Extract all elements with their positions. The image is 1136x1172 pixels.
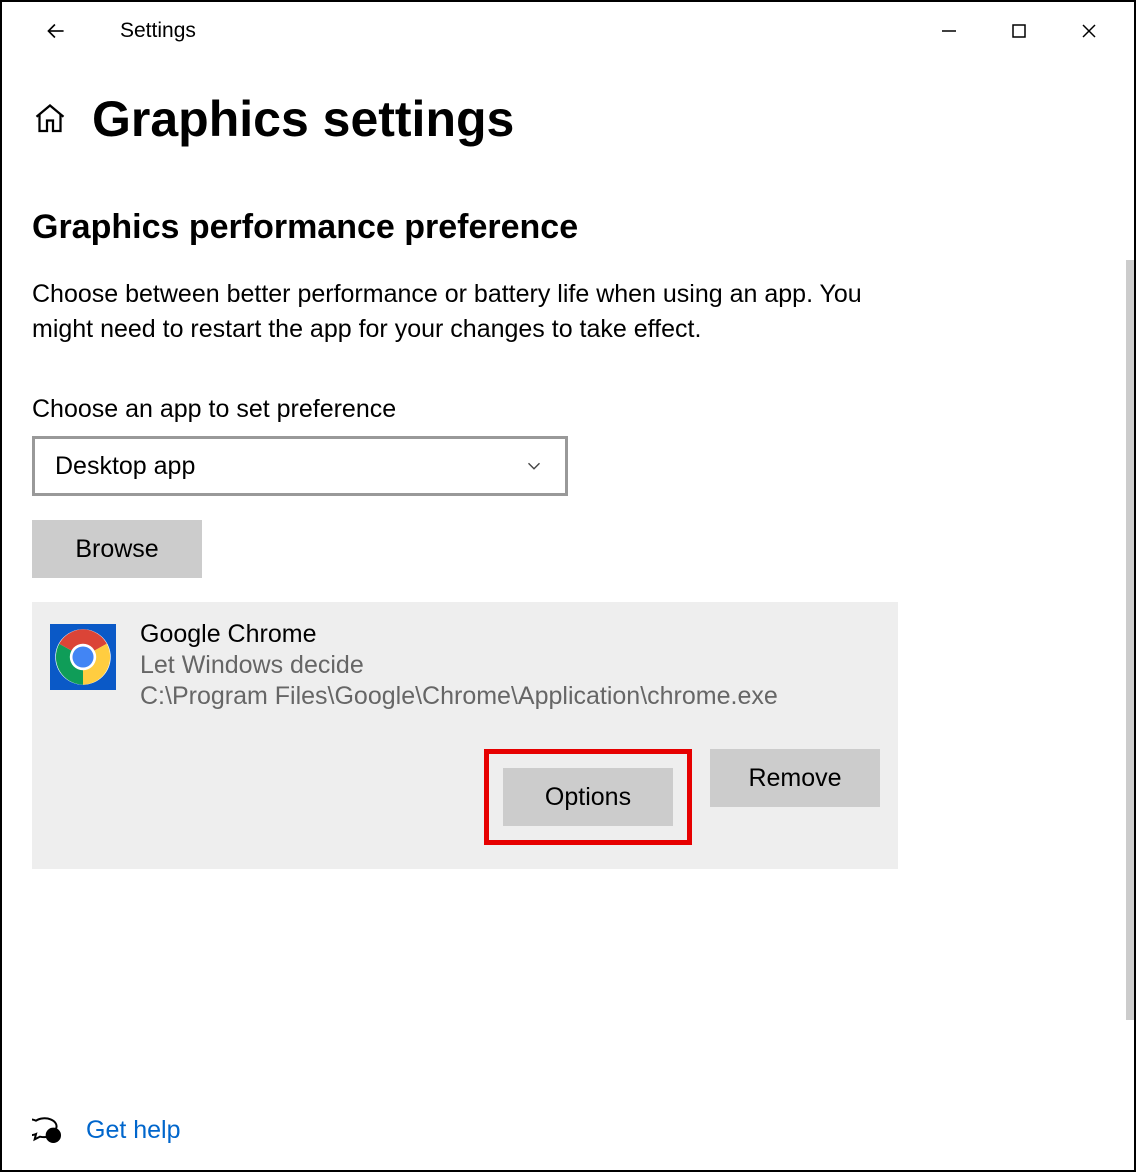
section-description: Choose between better performance or bat… [32, 277, 902, 347]
app-path: C:\Program Files\Google\Chrome\Applicati… [140, 682, 880, 711]
section-title: Graphics performance preference [32, 208, 1104, 247]
page-header: Graphics settings [32, 90, 1104, 148]
maximize-button[interactable] [984, 7, 1054, 55]
chevron-down-icon [523, 455, 545, 477]
maximize-icon [1010, 22, 1028, 40]
help-row: ? Get help [32, 1114, 181, 1146]
svg-text:?: ? [51, 1131, 56, 1141]
close-button[interactable] [1054, 7, 1124, 55]
page-title: Graphics settings [92, 90, 514, 148]
window-controls [914, 7, 1124, 55]
chrome-icon [50, 624, 116, 690]
dropdown-value: Desktop app [55, 452, 195, 481]
options-button[interactable]: Options [503, 768, 673, 826]
titlebar: Settings [2, 2, 1134, 60]
app-preference: Let Windows decide [140, 651, 880, 680]
options-highlight: Options [484, 749, 692, 845]
back-arrow-icon [43, 18, 69, 44]
window-title: Settings [120, 19, 914, 43]
app-row: Google Chrome Let Windows decide C:\Prog… [50, 620, 880, 711]
scrollbar[interactable] [1126, 260, 1134, 1020]
app-type-dropdown[interactable]: Desktop app [32, 436, 568, 496]
help-icon: ? [32, 1114, 64, 1146]
content-area: Graphics settings Graphics performance p… [2, 60, 1134, 1170]
app-info: Google Chrome Let Windows decide C:\Prog… [140, 620, 880, 711]
minimize-button[interactable] [914, 7, 984, 55]
app-card: Google Chrome Let Windows decide C:\Prog… [32, 602, 898, 869]
choose-app-label: Choose an app to set preference [32, 395, 1104, 424]
back-button[interactable] [32, 7, 80, 55]
minimize-icon [940, 22, 958, 40]
home-icon[interactable] [32, 101, 68, 137]
remove-button[interactable]: Remove [710, 749, 880, 807]
close-icon [1080, 22, 1098, 40]
app-buttons: Options Remove [50, 749, 880, 845]
app-name: Google Chrome [140, 620, 880, 649]
get-help-link[interactable]: Get help [86, 1116, 181, 1145]
browse-button[interactable]: Browse [32, 520, 202, 578]
